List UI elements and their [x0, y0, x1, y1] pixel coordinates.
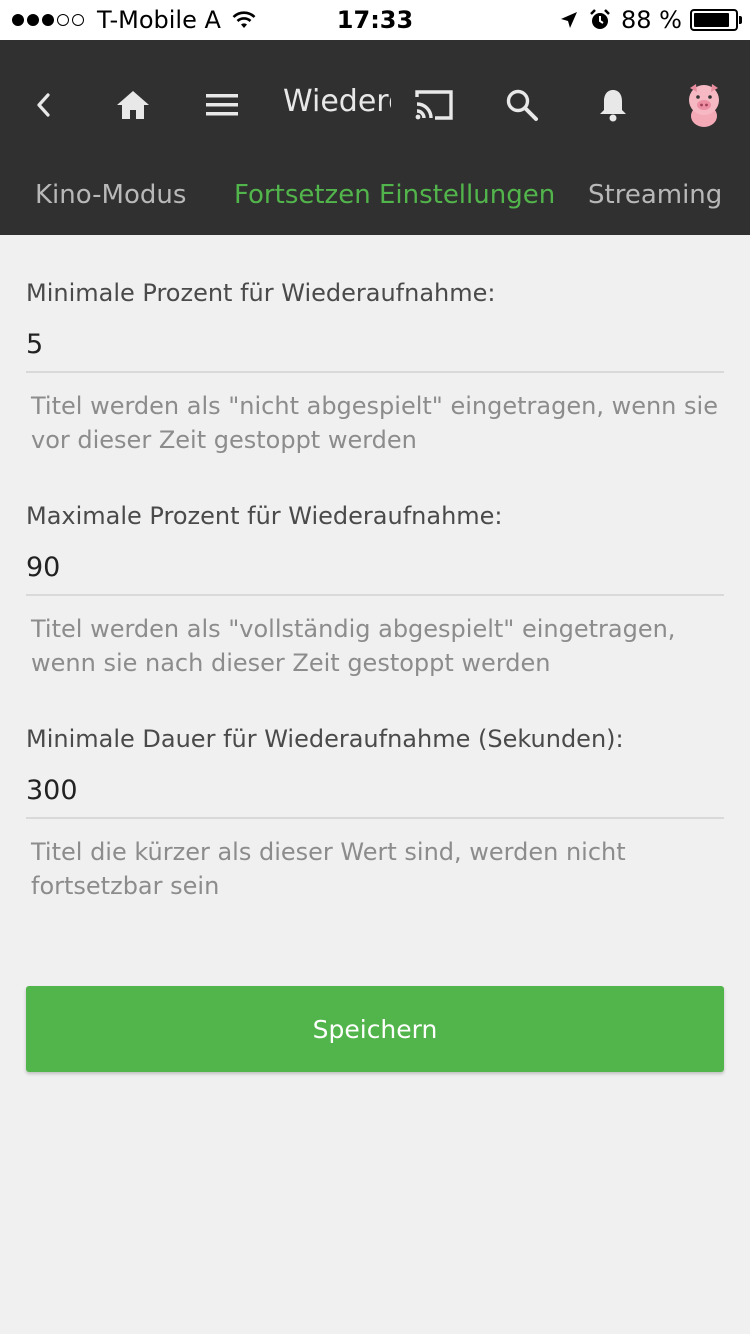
notifications-button[interactable] [588, 80, 638, 130]
battery-percent: 88 % [621, 6, 682, 34]
app-header: Wiederg [0, 40, 750, 235]
page-title: Wiederg [283, 84, 391, 119]
signal-strength-icon [12, 14, 87, 26]
bell-icon [600, 90, 626, 122]
tab-kino-modus[interactable]: Kino-Modus [35, 180, 186, 210]
field-description: Titel werden als "vollständig abgespielt… [31, 615, 676, 677]
alarm-icon [590, 9, 610, 29]
field-description: Titel werden als "nicht abgespielt" eing… [31, 392, 718, 454]
status-left: T-Mobile A [12, 6, 257, 34]
save-button[interactable]: Speichern [26, 986, 724, 1072]
wifi-icon [232, 11, 256, 28]
cast-button[interactable] [409, 80, 459, 130]
search-button[interactable] [497, 80, 547, 130]
menu-button[interactable] [197, 80, 247, 130]
tab-fortsetzen-einstellungen[interactable]: Fortsetzen Einstellungen [234, 180, 555, 210]
field-label: Minimale Dauer für Wiederaufnahme (Sekun… [26, 725, 624, 753]
setting-max-resume-percent: Maximale Prozent für Wiederaufnahme: 90 … [26, 502, 724, 680]
setting-min-resume-duration: Minimale Dauer für Wiederaufnahme (Sekun… [26, 725, 724, 903]
search-icon [506, 89, 538, 121]
avatar[interactable] [682, 80, 726, 128]
tab-bar: Kino-Modus Fortsetzen Einstellungen Stre… [0, 170, 750, 235]
home-icon [117, 91, 149, 119]
back-button[interactable] [19, 80, 69, 130]
menu-icon [206, 94, 238, 116]
status-right: 88 % [559, 6, 742, 34]
location-arrow-icon [561, 12, 578, 28]
tab-streaming[interactable]: Streaming [588, 180, 722, 210]
status-bar: T-Mobile A 17:33 88 % [0, 0, 750, 40]
setting-min-resume-percent: Minimale Prozent für Wiederaufnahme: 5 T… [26, 279, 724, 457]
max-resume-percent-input[interactable]: 90 [26, 548, 724, 596]
back-icon [37, 93, 50, 117]
toolbar: Wiederg [0, 40, 750, 170]
min-resume-percent-input[interactable]: 5 [26, 325, 724, 373]
battery-icon [690, 9, 742, 31]
cast-icon [415, 90, 453, 120]
field-label: Maximale Prozent für Wiederaufnahme: [26, 502, 503, 530]
field-description: Titel die kürzer als dieser Wert sind, w… [31, 838, 626, 900]
min-resume-duration-input[interactable]: 300 [26, 771, 724, 819]
field-label: Minimale Prozent für Wiederaufnahme: [26, 279, 496, 307]
carrier-name: T-Mobile A [97, 6, 221, 34]
battery-fill [694, 13, 729, 27]
home-button[interactable] [108, 80, 158, 130]
